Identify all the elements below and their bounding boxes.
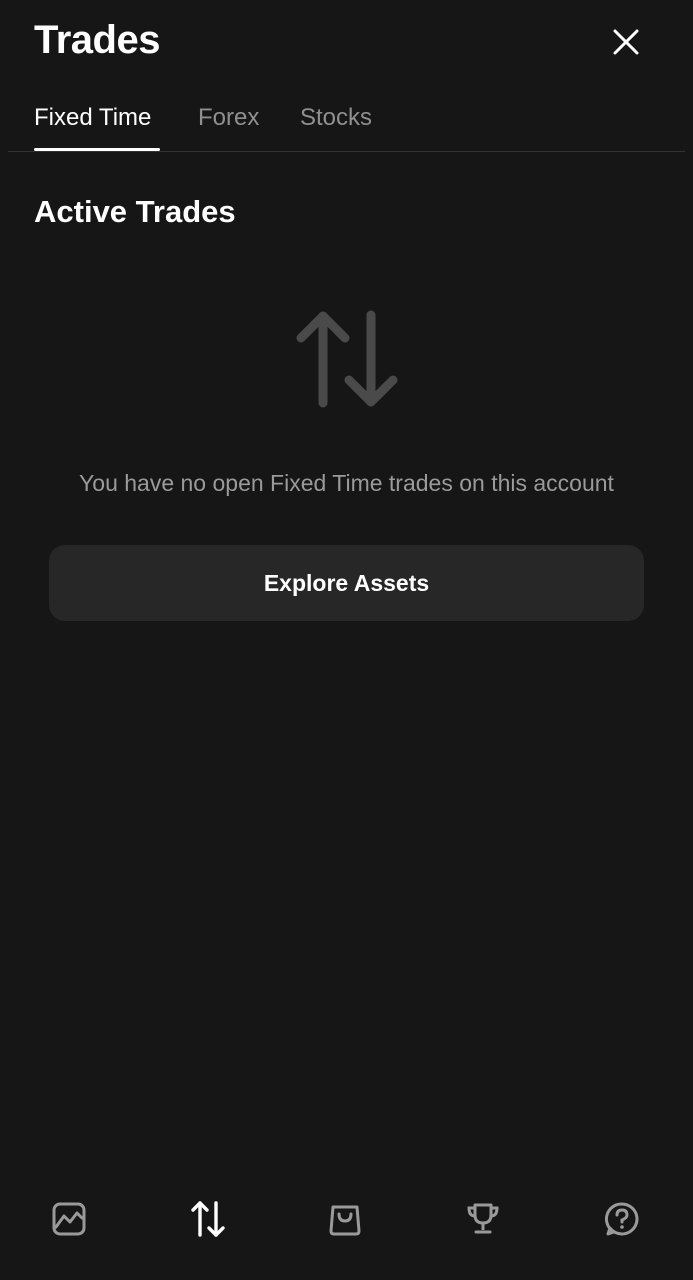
active-tab-indicator xyxy=(34,148,160,151)
page-title: Trades xyxy=(34,18,160,62)
chart-icon xyxy=(52,1202,86,1236)
bottom-nav xyxy=(0,1175,693,1265)
tab-forex[interactable]: Forex xyxy=(198,104,259,132)
tab-fixed-time[interactable]: Fixed Time xyxy=(34,104,151,132)
nav-item-trades[interactable] xyxy=(186,1197,230,1241)
up-down-arrows-icon xyxy=(296,310,398,408)
tab-stocks[interactable]: Stocks xyxy=(300,104,372,132)
trades-arrows-icon xyxy=(191,1201,225,1237)
close-button[interactable] xyxy=(604,20,648,64)
header: Trades xyxy=(0,0,693,90)
empty-state-message: You have no open Fixed Time trades on th… xyxy=(79,470,614,496)
trophy-icon xyxy=(467,1203,499,1234)
help-icon xyxy=(604,1202,639,1236)
tab-bar: Fixed Time Forex Stocks xyxy=(8,96,685,152)
nav-item-chart[interactable] xyxy=(47,1197,91,1241)
explore-assets-button[interactable]: Explore Assets xyxy=(49,545,644,621)
section-title: Active Trades xyxy=(34,194,236,229)
shopping-bag-icon xyxy=(329,1205,361,1236)
nav-item-shop[interactable] xyxy=(323,1197,367,1241)
nav-item-help[interactable] xyxy=(600,1197,644,1241)
close-icon xyxy=(613,29,639,55)
nav-item-achievements[interactable] xyxy=(461,1197,505,1241)
